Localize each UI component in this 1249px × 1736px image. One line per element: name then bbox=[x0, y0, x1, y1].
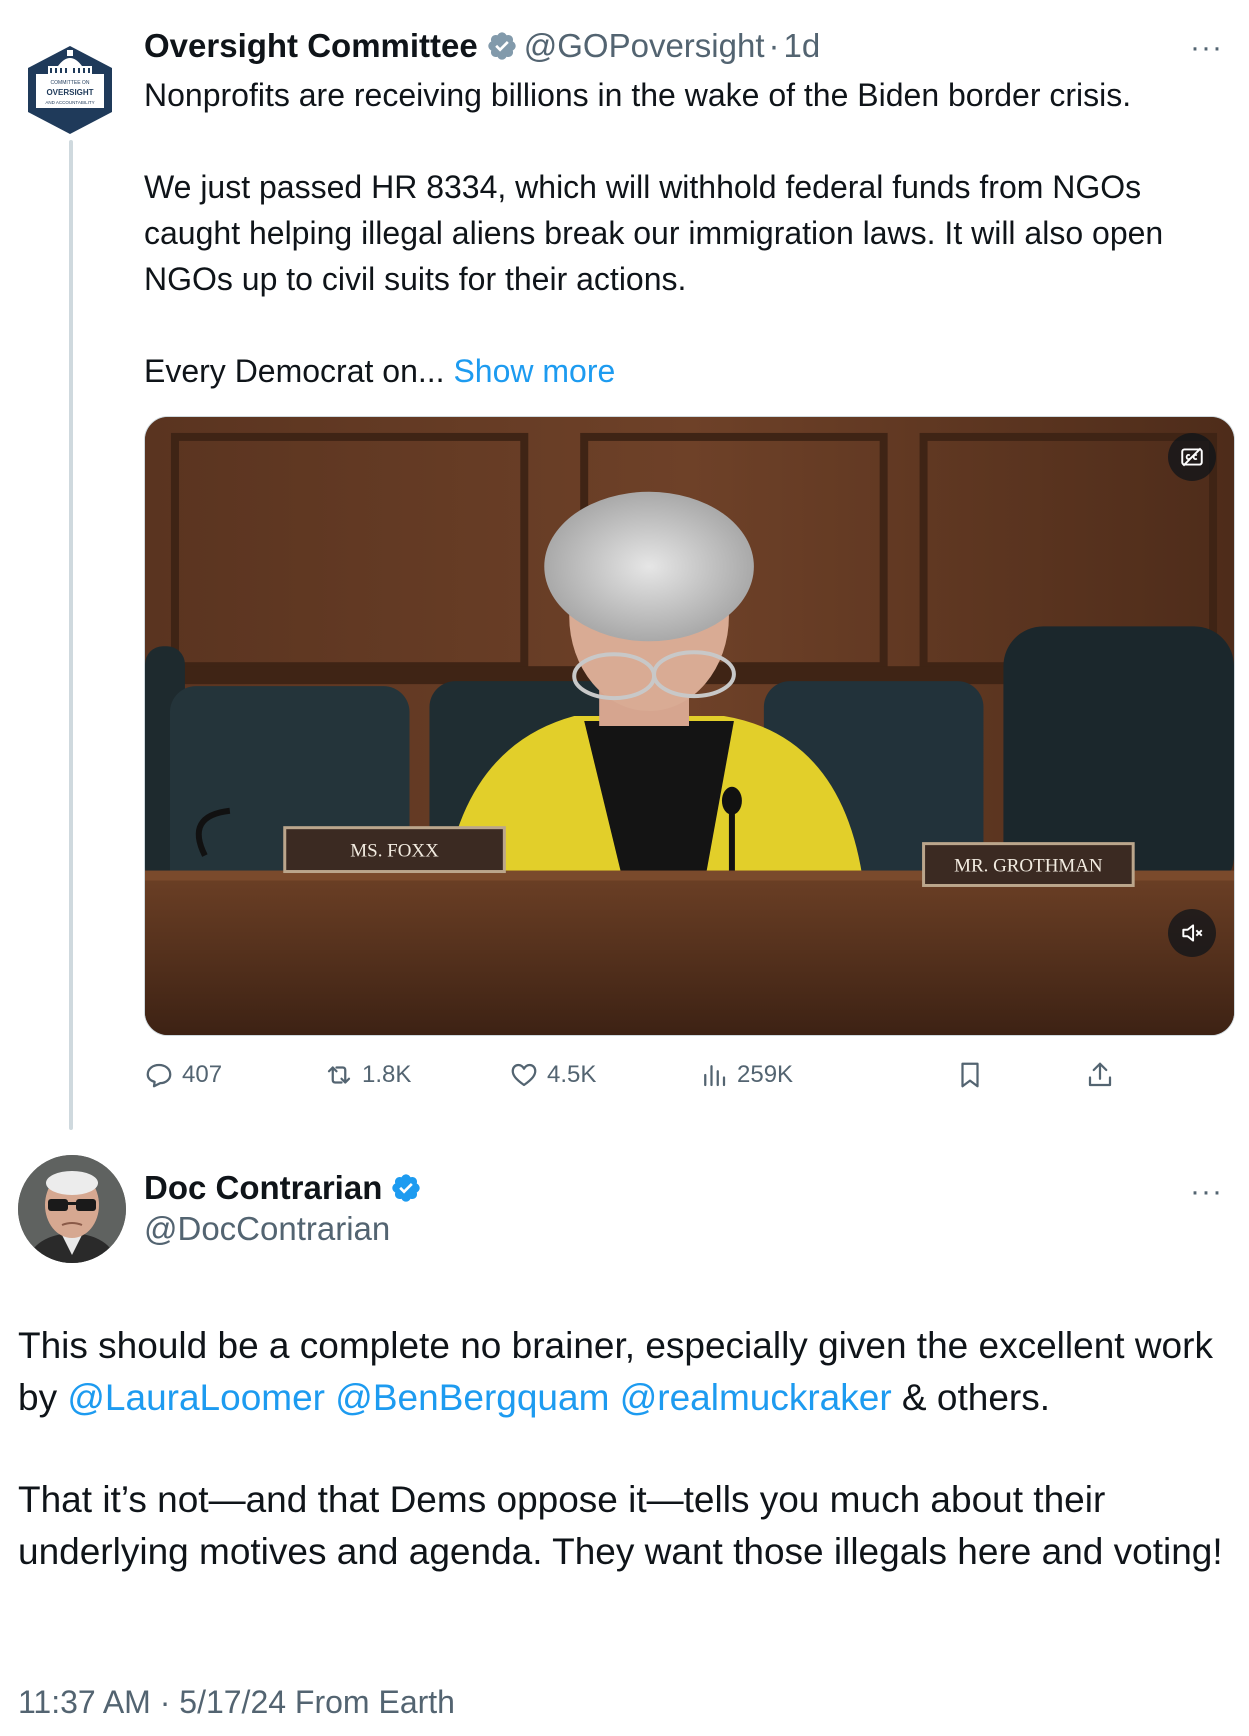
reply-more-options-icon[interactable]: ··· bbox=[1190, 1177, 1223, 1207]
like-button[interactable]: 4.5K bbox=[509, 1055, 596, 1095]
like-count: 4.5K bbox=[547, 1061, 597, 1088]
avatar-text-line-3: AND ACCOUNTABILITY bbox=[45, 100, 94, 105]
show-more-link[interactable]: Show more bbox=[453, 353, 615, 389]
avatar-text-line-1: COMMITTEE ON bbox=[51, 80, 90, 86]
reply-button[interactable]: 407 bbox=[144, 1055, 222, 1095]
header-separator: · bbox=[768, 27, 780, 64]
captions-off-icon[interactable] bbox=[1168, 433, 1216, 481]
parent-tweet-text: Nonprofits are receiving billions in the… bbox=[144, 72, 1234, 394]
reply-author-name[interactable]: Doc Contrarian bbox=[144, 1169, 382, 1207]
muted-speaker-icon[interactable] bbox=[1168, 909, 1216, 957]
repost-count: 1.8K bbox=[362, 1061, 412, 1088]
thread-connector-line bbox=[69, 140, 73, 1130]
bookmark-button[interactable] bbox=[955, 1055, 993, 1095]
parent-tweet-age[interactable]: 1d bbox=[784, 27, 821, 65]
mention-laura-loomer[interactable]: @LauraLoomer bbox=[67, 1377, 325, 1418]
reply-paragraph-2: That it’s not—and that Dems oppose it—te… bbox=[18, 1479, 1223, 1572]
parent-paragraph-2: We just passed HR 8334, which will withh… bbox=[144, 169, 1164, 297]
parent-paragraph-1: Nonprofits are receiving billions in the… bbox=[144, 77, 1132, 113]
avatar-text-line-2: OVERSIGHT bbox=[46, 88, 93, 97]
parent-truncated-text: Every Democrat on... bbox=[144, 353, 454, 389]
heart-icon bbox=[511, 1063, 537, 1087]
reply-tweet-text: This should be a complete no brainer, es… bbox=[18, 1320, 1233, 1578]
reply-timestamp[interactable]: 11:37 AM · 5/17/24 From Earth bbox=[18, 1684, 455, 1721]
view-count: 259K bbox=[737, 1061, 794, 1088]
reply-author-handle[interactable]: @DocContrarian bbox=[144, 1210, 390, 1248]
parent-more-options-icon[interactable]: ··· bbox=[1190, 33, 1223, 63]
verified-gray-badge-icon bbox=[488, 32, 516, 60]
reply-author-row: Doc Contrarian bbox=[144, 1166, 428, 1210]
mention-realmuckraker[interactable]: @realmuckraker bbox=[620, 1377, 892, 1418]
views-button[interactable]: 259K bbox=[699, 1055, 793, 1095]
reply-count: 407 bbox=[182, 1061, 223, 1088]
parent-paragraph-3: Every Democrat on... Show more bbox=[144, 348, 1234, 394]
repost-button[interactable]: 1.8K bbox=[324, 1055, 411, 1095]
reply-paragraph-1: This should be a complete no brainer, es… bbox=[18, 1320, 1233, 1424]
parent-author-handle[interactable]: @GOPoversight bbox=[524, 27, 765, 65]
nameplate-right: MR. GROTHMAN bbox=[954, 856, 1103, 877]
tweet-video[interactable]: MS. FOXX MR. GROTHMAN bbox=[144, 416, 1235, 1036]
verified-blue-badge-icon bbox=[392, 1174, 421, 1202]
reply-icon bbox=[146, 1063, 172, 1088]
tweet-thread: COMMITTEE ON OVERSIGHT AND ACCOUNTABILIT… bbox=[0, 0, 1249, 1736]
parent-tweet-header: Oversight Committee @GOPoversight · 1d bbox=[144, 24, 1229, 68]
mention-ben-bergquam[interactable]: @BenBergquam bbox=[335, 1377, 609, 1418]
video-frame-image: MS. FOXX MR. GROTHMAN bbox=[145, 417, 1234, 1035]
doc-contrarian-avatar[interactable] bbox=[18, 1155, 126, 1263]
share-icon bbox=[1088, 1062, 1112, 1087]
share-button[interactable] bbox=[1085, 1055, 1123, 1095]
tweet-action-bar: 407 1.8K 4.5K 259K bbox=[144, 1055, 1124, 1095]
views-chart-icon bbox=[704, 1065, 726, 1087]
oversight-committee-avatar[interactable]: COMMITTEE ON OVERSIGHT AND ACCOUNTABILIT… bbox=[26, 44, 114, 136]
repost-icon bbox=[327, 1066, 351, 1084]
nameplate-left: MS. FOXX bbox=[350, 841, 439, 862]
reply-paragraph-1-tail: & others. bbox=[891, 1377, 1051, 1418]
parent-author-name[interactable]: Oversight Committee bbox=[144, 27, 478, 65]
bookmark-icon bbox=[961, 1062, 979, 1088]
